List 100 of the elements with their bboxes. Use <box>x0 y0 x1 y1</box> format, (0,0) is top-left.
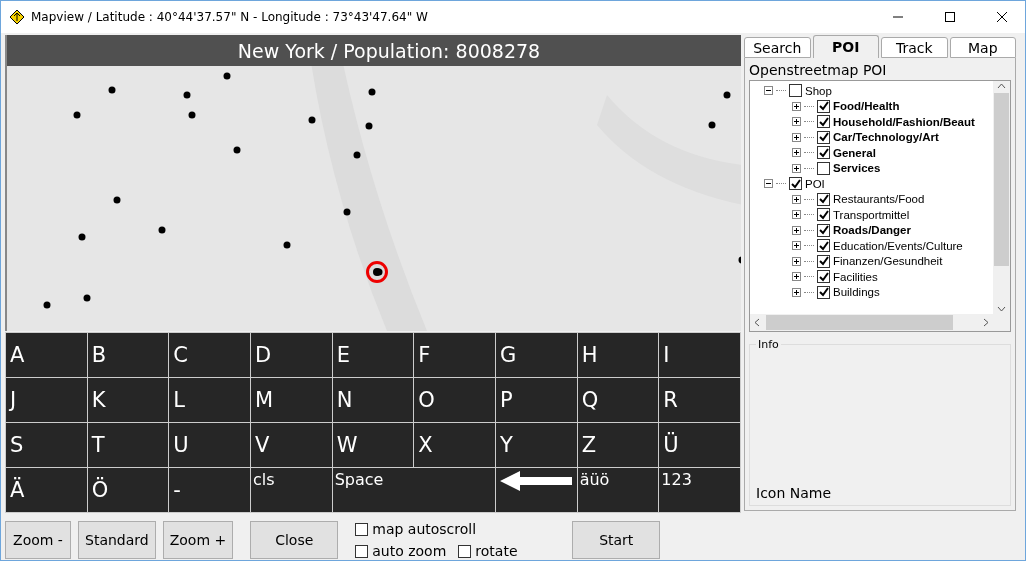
checkbox[interactable] <box>817 254 830 268</box>
toolbar-button[interactable]: Close <box>250 521 339 559</box>
scrollbar-thumb[interactable] <box>994 93 1009 266</box>
scrollbar-thumb[interactable] <box>766 315 953 330</box>
keyboard-key[interactable]: V <box>251 423 332 467</box>
keyboard-key[interactable]: N <box>332 378 414 422</box>
keyboard-key[interactable]: M <box>251 378 332 422</box>
collapse-icon[interactable] <box>764 179 773 189</box>
keyboard-key[interactable]: cls <box>251 468 332 512</box>
expand-icon[interactable] <box>792 241 801 251</box>
tree-item[interactable]: Finanzen/Gesundheit <box>833 255 943 268</box>
collapse-icon[interactable] <box>764 86 773 96</box>
keyboard-key[interactable]: J <box>6 378 87 422</box>
expand-icon[interactable] <box>792 101 801 111</box>
checkbox[interactable] <box>817 146 830 160</box>
keyboard-key[interactable]: äüö <box>577 468 659 512</box>
keyboard-key[interactable]: D <box>251 333 332 377</box>
horizontal-scrollbar[interactable] <box>750 314 993 331</box>
keyboard-key[interactable]: O <box>414 378 495 422</box>
keyboard-key[interactable]: R <box>659 378 740 422</box>
keyboard-key[interactable]: U <box>169 423 250 467</box>
checkbox[interactable] <box>458 544 472 558</box>
expand-icon[interactable] <box>792 194 801 204</box>
keyboard-key[interactable]: P <box>496 378 577 422</box>
expand-icon[interactable] <box>792 225 801 235</box>
keyboard-key[interactable]: Y <box>496 423 577 467</box>
tree-item[interactable]: POI <box>805 177 825 190</box>
keyboard-key[interactable]: S <box>6 423 87 467</box>
keyboard-key[interactable]: K <box>87 378 169 422</box>
tree-item[interactable]: Food/Health <box>833 100 900 113</box>
checkbox[interactable] <box>817 161 830 175</box>
toolbar-button[interactable]: Standard <box>78 521 156 559</box>
tree-item[interactable]: Household/Fashion/Beaut <box>833 115 975 128</box>
keyboard-key[interactable]: F <box>414 333 495 377</box>
tree-item[interactable]: Buildings <box>833 286 880 299</box>
expand-icon[interactable] <box>792 163 801 173</box>
scroll-right-icon[interactable] <box>983 318 989 327</box>
tree-item[interactable]: General <box>833 146 876 159</box>
tab[interactable]: POI <box>812 35 879 58</box>
toolbar-button[interactable]: Zoom - <box>5 521 71 559</box>
expand-icon[interactable] <box>792 256 801 266</box>
expand-icon[interactable] <box>792 210 801 220</box>
tree-item[interactable]: Roads/Danger <box>833 224 911 237</box>
scroll-up-icon[interactable] <box>997 83 1006 89</box>
keyboard-key[interactable]: Ä <box>6 468 87 512</box>
tree-item[interactable]: Transportmittel <box>833 208 910 221</box>
keyboard-key[interactable]: B <box>87 333 169 377</box>
keyboard-key[interactable]: Z <box>577 423 659 467</box>
vertical-scrollbar[interactable] <box>993 81 1010 314</box>
tab[interactable]: Search <box>744 37 811 58</box>
keyboard-key[interactable]: G <box>496 333 577 377</box>
checkbox[interactable] <box>355 522 369 536</box>
keyboard-key[interactable]: E <box>332 333 414 377</box>
checkbox[interactable] <box>789 177 802 191</box>
checkbox[interactable] <box>817 115 830 129</box>
expand-icon[interactable] <box>792 287 801 297</box>
tree-item[interactable]: Education/Events/Culture <box>833 239 963 252</box>
keyboard-key[interactable]: A <box>6 333 87 377</box>
tab[interactable]: Map <box>949 37 1016 58</box>
checkbox[interactable] <box>817 270 830 284</box>
window-title: Mapview / Latitude : 40°44'37.57" N - Longitude : 73°43'47.64" W <box>31 10 429 24</box>
checkbox[interactable] <box>789 84 802 98</box>
group-label: Info <box>757 338 780 351</box>
keyboard-key[interactable]: L <box>169 378 250 422</box>
keyboard-key[interactable]: Ö <box>87 468 169 512</box>
scroll-down-icon[interactable] <box>997 306 1006 312</box>
checkbox[interactable] <box>355 544 369 558</box>
start-button[interactable]: Start <box>572 521 661 559</box>
tree-item[interactable]: Restaurants/Food <box>833 193 925 206</box>
checkbox[interactable] <box>817 285 830 299</box>
toolbar-button[interactable]: Zoom + <box>162 521 234 559</box>
checkbox[interactable] <box>817 192 830 206</box>
keyboard-key[interactable]: T <box>87 423 169 467</box>
tree-item[interactable]: Shop <box>805 84 832 97</box>
checkbox[interactable] <box>817 208 830 222</box>
tree-item[interactable]: Services <box>833 162 881 175</box>
tab[interactable]: Track <box>881 37 948 58</box>
backspace-key[interactable] <box>496 468 577 512</box>
keyboard-key[interactable]: H <box>577 333 659 377</box>
checkbox[interactable] <box>817 130 830 144</box>
keyboard-key[interactable]: I <box>659 333 740 377</box>
tree-item[interactable]: Car/Technology/Art <box>833 131 939 144</box>
keyboard-key[interactable]: C <box>169 333 250 377</box>
keyboard-key[interactable]: X <box>414 423 495 467</box>
keyboard-key[interactable]: W <box>332 423 414 467</box>
tree-item[interactable]: Facilities <box>833 270 878 283</box>
checkbox[interactable] <box>817 239 830 253</box>
space-key[interactable]: Space <box>332 468 495 512</box>
keyboard-key[interactable]: 123 <box>659 468 740 512</box>
scroll-left-icon[interactable] <box>754 318 760 327</box>
expand-icon[interactable] <box>792 132 801 142</box>
keyboard-key[interactable]: - <box>169 468 250 512</box>
keyboard-key[interactable]: Q <box>577 378 659 422</box>
option-label: rotate <box>475 543 518 559</box>
expand-icon[interactable] <box>792 117 801 127</box>
expand-icon[interactable] <box>792 148 801 158</box>
checkbox[interactable] <box>817 223 830 237</box>
keyboard-key[interactable]: Ü <box>659 423 740 467</box>
checkbox[interactable] <box>817 99 830 113</box>
expand-icon[interactable] <box>792 272 801 282</box>
